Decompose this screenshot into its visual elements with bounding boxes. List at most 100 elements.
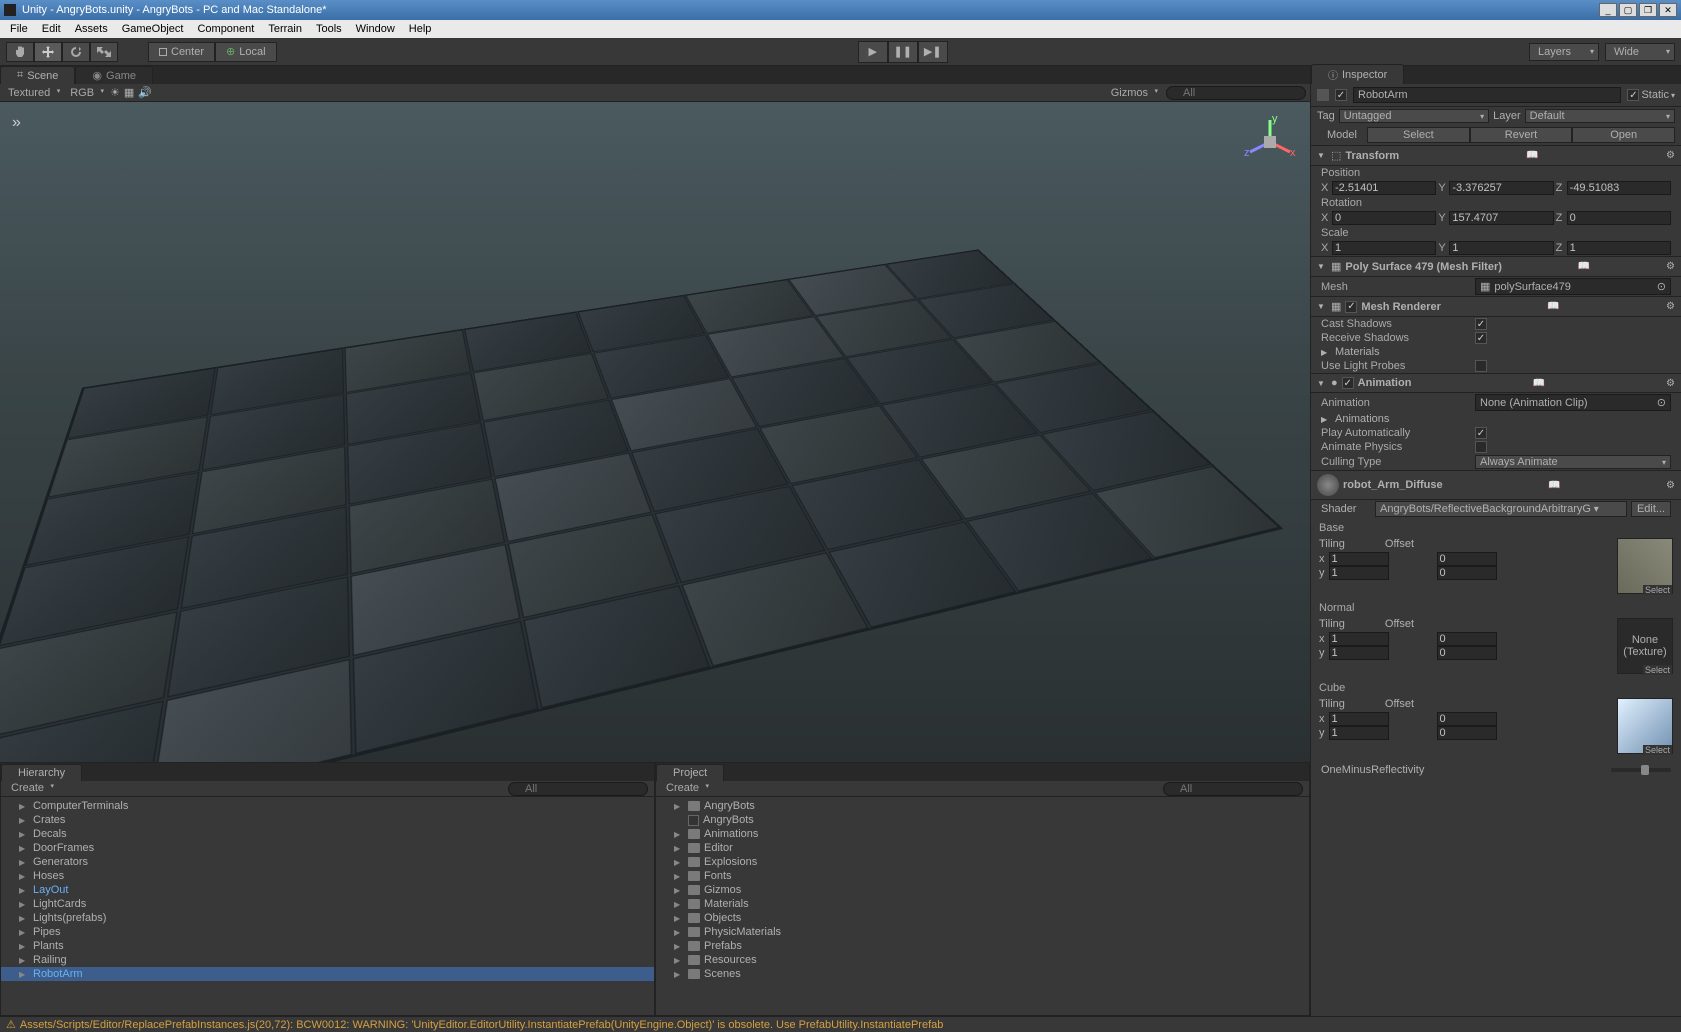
tag-dropdown[interactable]: Untagged [1339, 109, 1489, 123]
restore-button[interactable]: ❐ [1639, 3, 1657, 17]
scale-z-input[interactable] [1567, 241, 1671, 255]
material-header[interactable]: robot_Arm_Diffuse 📖 ⚙ [1311, 470, 1681, 500]
animation-help-icon[interactable]: 📖 [1533, 378, 1545, 389]
minimize-button[interactable]: _ [1599, 3, 1617, 17]
static-dropdown[interactable]: ▾ [1671, 91, 1675, 100]
meshrenderer-component-header[interactable]: ▼ ▦ Mesh Renderer 📖 ⚙ [1311, 296, 1681, 317]
cube-tiling-y-input[interactable] [1329, 726, 1389, 740]
hierarchy-item[interactable]: ▶Generators [1, 855, 654, 869]
pivot-local-button[interactable]: ⊕Local [215, 42, 277, 62]
base-texture-slot[interactable]: Select [1617, 538, 1673, 594]
project-item[interactable]: ▶Gizmos [656, 883, 1309, 897]
animation-gear-icon[interactable]: ⚙ [1666, 378, 1675, 389]
animation-enabled-checkbox[interactable] [1342, 377, 1354, 389]
prefab-revert-button[interactable]: Revert [1470, 127, 1573, 143]
orientation-gizmo[interactable]: y x z [1240, 112, 1300, 172]
hierarchy-item[interactable]: ▶LayOut [1, 883, 654, 897]
menu-tools[interactable]: Tools [310, 22, 348, 36]
shader-dropdown[interactable]: AngryBots/ReflectiveBackgroundArbitraryG… [1375, 501, 1627, 517]
scene-light-toggle[interactable]: ☀ [110, 86, 120, 99]
light-probes-checkbox[interactable] [1475, 360, 1487, 372]
play-button[interactable]: ▶ [858, 41, 888, 63]
anim-clip-field[interactable]: None (Animation Clip)⊙ [1475, 394, 1671, 411]
hierarchy-search-input[interactable] [508, 782, 648, 796]
rotation-x-input[interactable] [1332, 211, 1436, 225]
normal-tiling-y-input[interactable] [1329, 646, 1389, 660]
hierarchy-item[interactable]: ▶LightCards [1, 897, 654, 911]
layout-dropdown[interactable]: Wide [1605, 43, 1675, 61]
gameobject-active-checkbox[interactable] [1335, 89, 1347, 101]
material-gear-icon[interactable]: ⚙ [1666, 480, 1675, 491]
animation-foldout-icon[interactable]: ▼ [1317, 379, 1327, 388]
pivot-center-button[interactable]: Center [148, 42, 215, 62]
cube-tiling-x-input[interactable] [1329, 712, 1389, 726]
cube-offset-y-input[interactable] [1437, 726, 1497, 740]
project-item[interactable]: ▶Prefabs [656, 939, 1309, 953]
cube-texture-slot[interactable]: Select [1617, 698, 1673, 754]
meshfilter-foldout-icon[interactable]: ▼ [1317, 262, 1327, 271]
material-help-icon[interactable]: 📖 [1548, 480, 1560, 491]
base-offset-x-input[interactable] [1437, 552, 1497, 566]
project-item[interactable]: ▶PhysicMaterials [656, 925, 1309, 939]
project-item[interactable]: ▶Editor [656, 841, 1309, 855]
transform-help-icon[interactable]: 📖 [1526, 150, 1538, 161]
menu-help[interactable]: Help [403, 22, 438, 36]
meshfilter-help-icon[interactable]: 📖 [1578, 261, 1590, 272]
materials-foldout-icon[interactable]: ▶ [1321, 348, 1331, 357]
rotation-z-input[interactable] [1567, 211, 1671, 225]
hierarchy-item[interactable]: ▶ComputerTerminals [1, 799, 654, 813]
transform-gear-icon[interactable]: ⚙ [1666, 150, 1675, 161]
gizmos-dropdown[interactable]: Gizmos [1107, 87, 1160, 99]
animations-foldout-icon[interactable]: ▶ [1321, 415, 1331, 424]
menu-gameobject[interactable]: GameObject [116, 22, 190, 36]
hierarchy-tab[interactable]: Hierarchy [1, 764, 82, 781]
scene-audio-toggle[interactable]: 🔊 [138, 86, 152, 99]
position-x-input[interactable] [1332, 181, 1436, 195]
project-item[interactable]: ▶AngryBots [656, 799, 1309, 813]
cast-shadows-checkbox[interactable] [1475, 318, 1487, 330]
step-button[interactable]: ▶❚ [918, 41, 948, 63]
project-item[interactable]: ▶Resources [656, 953, 1309, 967]
reflectivity-slider[interactable] [1611, 768, 1671, 772]
meshfilter-gear-icon[interactable]: ⚙ [1666, 261, 1675, 272]
project-item[interactable]: ▶Materials [656, 897, 1309, 911]
base-tiling-y-input[interactable] [1329, 566, 1389, 580]
gameobject-name[interactable]: RobotArm [1353, 87, 1621, 103]
hierarchy-create-dropdown[interactable]: Create [7, 782, 56, 796]
scale-y-input[interactable] [1449, 241, 1553, 255]
base-tiling-x-input[interactable] [1329, 552, 1389, 566]
rotate-tool-button[interactable] [62, 42, 90, 62]
move-tool-button[interactable] [34, 42, 62, 62]
project-create-dropdown[interactable]: Create [662, 782, 711, 796]
shader-edit-button[interactable]: Edit... [1631, 501, 1671, 517]
hierarchy-item[interactable]: ▶RobotArm [1, 967, 654, 981]
animate-physics-checkbox[interactable] [1475, 441, 1487, 453]
position-y-input[interactable] [1449, 181, 1553, 195]
menu-assets[interactable]: Assets [69, 22, 114, 36]
render-mode-dropdown[interactable]: RGB [66, 87, 106, 99]
close-button[interactable]: ✕ [1659, 3, 1677, 17]
hierarchy-item[interactable]: ▶Railing [1, 953, 654, 967]
normal-texture-slot[interactable]: None (Texture)Select [1617, 618, 1673, 674]
meshrenderer-help-icon[interactable]: 📖 [1547, 301, 1559, 312]
static-checkbox[interactable] [1627, 89, 1639, 101]
hierarchy-item[interactable]: ▶Crates [1, 813, 654, 827]
project-search-input[interactable] [1163, 782, 1303, 796]
layers-dropdown[interactable]: Layers [1529, 43, 1599, 61]
scene-tab[interactable]: ⌗Scene [0, 66, 75, 84]
layer-dropdown[interactable]: Default [1525, 109, 1675, 123]
inspector-tab[interactable]: ⓘInspector [1311, 64, 1404, 84]
scene-search-input[interactable] [1166, 86, 1306, 100]
hierarchy-item[interactable]: ▶DoorFrames [1, 841, 654, 855]
animation-component-header[interactable]: ▼ ● Animation 📖 ⚙ [1311, 373, 1681, 393]
position-z-input[interactable] [1567, 181, 1671, 195]
meshfilter-component-header[interactable]: ▼ ▦ Poly Surface 479 (Mesh Filter) 📖 ⚙ [1311, 256, 1681, 277]
scene-fx-toggle[interactable]: ▦ [124, 86, 134, 99]
project-item[interactable]: AngryBots [656, 813, 1309, 827]
rotation-y-input[interactable] [1449, 211, 1553, 225]
hierarchy-item[interactable]: ▶Lights(prefabs) [1, 911, 654, 925]
project-item[interactable]: ▶Fonts [656, 869, 1309, 883]
draw-mode-dropdown[interactable]: Textured [4, 87, 62, 99]
hand-tool-button[interactable] [6, 42, 34, 62]
transform-component-header[interactable]: ▼ ⬚ Transform 📖 ⚙ [1311, 145, 1681, 166]
